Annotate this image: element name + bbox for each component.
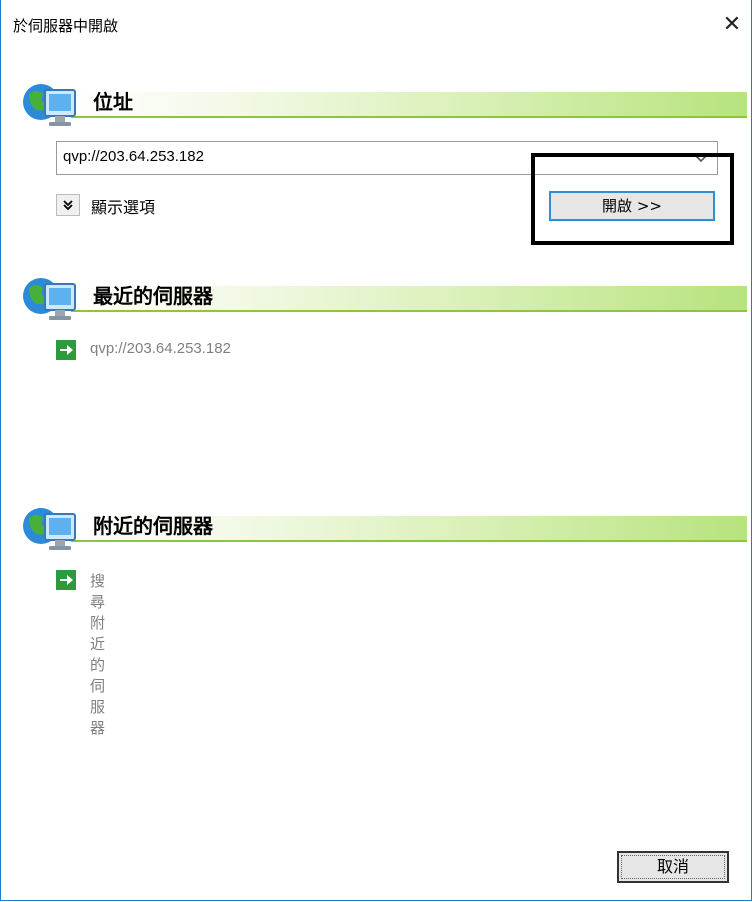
cancel-button[interactable]: 取消 bbox=[617, 851, 729, 883]
section-bar bbox=[71, 92, 747, 118]
double-chevron-down-icon[interactable] bbox=[56, 194, 80, 216]
globe-monitor-icon bbox=[23, 84, 76, 126]
green-arrow-icon bbox=[56, 340, 76, 360]
globe-monitor-icon bbox=[23, 278, 76, 320]
recent-section-header: 最近的伺服器 bbox=[21, 270, 749, 326]
dialog-window: 於伺服器中開啟 ✕ 位址 qvp://203.64.253.182 顯示選項 開… bbox=[0, 0, 752, 901]
address-section-header: 位址 bbox=[21, 76, 749, 132]
open-button[interactable]: 開啟 >> bbox=[549, 191, 715, 221]
nearby-heading: 附近的伺服器 bbox=[93, 514, 213, 538]
green-arrow-icon bbox=[56, 570, 76, 590]
globe-monitor-icon bbox=[23, 508, 76, 550]
recent-heading: 最近的伺服器 bbox=[93, 284, 213, 308]
close-icon[interactable]: ✕ bbox=[717, 10, 747, 40]
address-value[interactable]: qvp://203.64.253.182 bbox=[63, 148, 204, 165]
address-heading: 位址 bbox=[93, 90, 133, 114]
nearby-search-label[interactable]: 搜尋附近的伺服器 bbox=[90, 570, 105, 738]
window-title: 於伺服器中開啟 bbox=[13, 17, 119, 35]
show-options-label[interactable]: 顯示選項 bbox=[91, 194, 155, 218]
title-bar: 於伺服器中開啟 ✕ bbox=[1, 0, 751, 40]
nearby-section-header: 附近的伺服器 bbox=[21, 500, 749, 556]
recent-server-label[interactable]: qvp://203.64.253.182 bbox=[90, 340, 231, 357]
